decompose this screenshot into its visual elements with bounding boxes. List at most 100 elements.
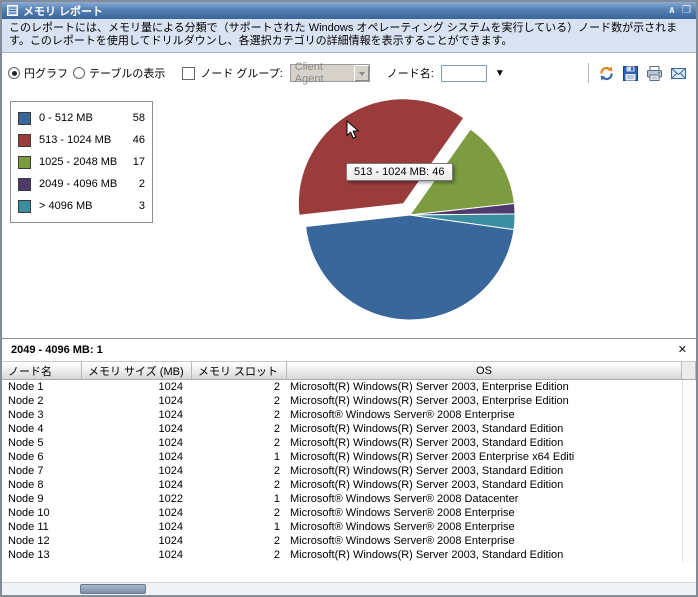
report-icon: [7, 5, 18, 16]
cell-node-name: Node 12: [2, 534, 82, 548]
cell-memory-size: 1024: [82, 534, 192, 548]
detail-header: 2049 - 4096 MB: 1 ✕: [2, 339, 696, 361]
cell-memory-size: 1024: [82, 478, 192, 492]
node-group-value: Client Agent: [295, 61, 354, 85]
cell-memory-slots: 2: [192, 506, 287, 520]
table-row[interactable]: Node 210242Microsoft(R) Windows(R) Serve…: [2, 394, 696, 408]
table-view-radio[interactable]: テーブルの表示: [73, 65, 165, 81]
cell-memory-size: 1024: [82, 450, 192, 464]
table-row[interactable]: Node 110242Microsoft(R) Windows(R) Serve…: [2, 380, 696, 394]
legend-label: > 4096 MB: [39, 200, 93, 212]
legend-count: 2: [139, 178, 145, 190]
horizontal-scrollbar[interactable]: [2, 582, 696, 595]
cell-os: Microsoft(R) Windows(R) Server 2003, Sta…: [287, 422, 682, 436]
cell-node-name: Node 13: [2, 548, 82, 562]
cell-memory-slots: 2: [192, 548, 287, 562]
cell-os: Microsoft® Windows Server® 2008 Enterpri…: [287, 520, 682, 534]
legend-item[interactable]: 1025 - 2048 MB17: [18, 151, 145, 173]
cell-memory-slots: 1: [192, 492, 287, 506]
cell-gutter: [682, 506, 696, 520]
radio-unselected-icon: [73, 67, 85, 79]
legend-label: 2049 - 4096 MB: [39, 178, 117, 190]
scrollbar-thumb[interactable]: [80, 584, 146, 594]
table-row[interactable]: Node 310242Microsoft® Windows Server® 20…: [2, 408, 696, 422]
cell-memory-slots: 1: [192, 450, 287, 464]
column-header-memory-size[interactable]: メモリ サイズ (MB): [82, 362, 192, 379]
node-group-checkbox[interactable]: [182, 67, 195, 80]
cell-memory-size: 1024: [82, 422, 192, 436]
window-title: メモリ レポート: [23, 3, 103, 19]
cell-os: Microsoft® Windows Server® 2008 Enterpri…: [287, 506, 682, 520]
cell-memory-size: 1024: [82, 380, 192, 394]
cell-memory-slots: 2: [192, 408, 287, 422]
cell-gutter: [682, 478, 696, 492]
table-row[interactable]: Node 710242Microsoft(R) Windows(R) Serve…: [2, 464, 696, 478]
pie-slice-0[interactable]: [306, 215, 514, 320]
legend-item[interactable]: > 4096 MB 3: [18, 195, 145, 217]
column-header-os[interactable]: OS: [287, 362, 682, 379]
detail-panel: 2049 - 4096 MB: 1 ✕ ノード名 メモリ サイズ (MB) メモ…: [2, 338, 696, 595]
cell-memory-size: 1024: [82, 464, 192, 478]
table-row[interactable]: Node 910221Microsoft® Windows Server® 20…: [2, 492, 696, 506]
legend-count: 3: [139, 200, 145, 212]
legend-item[interactable]: 2049 - 4096 MB 2: [18, 173, 145, 195]
cell-os: Microsoft(R) Windows(R) Server 2003, Sta…: [287, 464, 682, 478]
column-header-memory-slots[interactable]: メモリ スロット: [192, 362, 287, 379]
cell-os: Microsoft(R) Windows(R) Server 2003, Ent…: [287, 380, 682, 394]
email-icon[interactable]: [670, 65, 687, 82]
table-row[interactable]: Node 1010242Microsoft® Windows Server® 2…: [2, 506, 696, 520]
save-icon[interactable]: [622, 65, 639, 82]
collapse-icon[interactable]: ∧: [668, 6, 676, 16]
radio-selected-icon: [8, 67, 20, 79]
table-row[interactable]: Node 510242Microsoft(R) Windows(R) Serve…: [2, 436, 696, 450]
legend-swatch: [18, 178, 31, 191]
print-icon[interactable]: [646, 65, 663, 82]
node-name-input[interactable]: [441, 65, 487, 82]
column-header-node-name[interactable]: ノード名: [2, 362, 82, 379]
node-name-dropdown-icon[interactable]: ▼: [495, 68, 505, 79]
cell-os: Microsoft(R) Windows(R) Server 2003, Sta…: [287, 436, 682, 450]
cell-memory-size: 1024: [82, 408, 192, 422]
legend-item[interactable]: 0 - 512 MB58: [18, 107, 145, 129]
table-filler: [2, 562, 696, 582]
cell-gutter: [682, 450, 696, 464]
cell-memory-size: 1022: [82, 492, 192, 506]
legend-swatch: [18, 156, 31, 169]
chart-area: 0 - 512 MB58513 - 1024 MB461025 - 2048 M…: [2, 93, 696, 338]
table-row[interactable]: Node 1310242Microsoft(R) Windows(R) Serv…: [2, 548, 696, 562]
cell-gutter: [682, 380, 696, 394]
cell-memory-slots: 2: [192, 436, 287, 450]
toolbar-separator: [588, 63, 590, 83]
table-row[interactable]: Node 410242Microsoft(R) Windows(R) Serve…: [2, 422, 696, 436]
cell-node-name: Node 6: [2, 450, 82, 464]
legend-label: 0 - 512 MB: [39, 112, 93, 124]
cell-node-name: Node 8: [2, 478, 82, 492]
pie-chart-radio[interactable]: 円グラフ: [8, 65, 68, 81]
cell-gutter: [682, 408, 696, 422]
cell-memory-size: 1024: [82, 548, 192, 562]
cell-memory-slots: 1: [192, 520, 287, 534]
chart-tooltip: 513 - 1024 MB: 46: [346, 163, 453, 181]
legend-swatch: [18, 200, 31, 213]
report-window: メモリ レポート ∧ ❐ このレポートには、メモリ量による分類で（サポートされた…: [0, 0, 698, 597]
cell-memory-slots: 2: [192, 464, 287, 478]
close-icon[interactable]: ✕: [678, 345, 687, 356]
window-icon[interactable]: ❐: [682, 6, 691, 16]
table-row[interactable]: Node 1110241Microsoft® Windows Server® 2…: [2, 520, 696, 534]
refresh-icon[interactable]: [598, 65, 615, 82]
cell-gutter: [682, 492, 696, 506]
table-row[interactable]: Node 610241Microsoft(R) Windows(R) Serve…: [2, 450, 696, 464]
cell-node-name: Node 11: [2, 520, 82, 534]
legend-item[interactable]: 513 - 1024 MB46: [18, 129, 145, 151]
cell-memory-size: 1024: [82, 506, 192, 520]
table-row[interactable]: Node 810242Microsoft(R) Windows(R) Serve…: [2, 478, 696, 492]
cell-node-name: Node 1: [2, 380, 82, 394]
table-row[interactable]: Node 1210242Microsoft® Windows Server® 2…: [2, 534, 696, 548]
node-group-select: Client Agent: [290, 64, 370, 82]
window-titlebar: メモリ レポート ∧ ❐: [2, 2, 696, 19]
cell-memory-size: 1024: [82, 520, 192, 534]
cell-node-name: Node 3: [2, 408, 82, 422]
cell-memory-size: 1024: [82, 394, 192, 408]
cell-os: Microsoft(R) Windows(R) Server 2003, Ent…: [287, 394, 682, 408]
cell-os: Microsoft® Windows Server® 2008 Enterpri…: [287, 534, 682, 548]
